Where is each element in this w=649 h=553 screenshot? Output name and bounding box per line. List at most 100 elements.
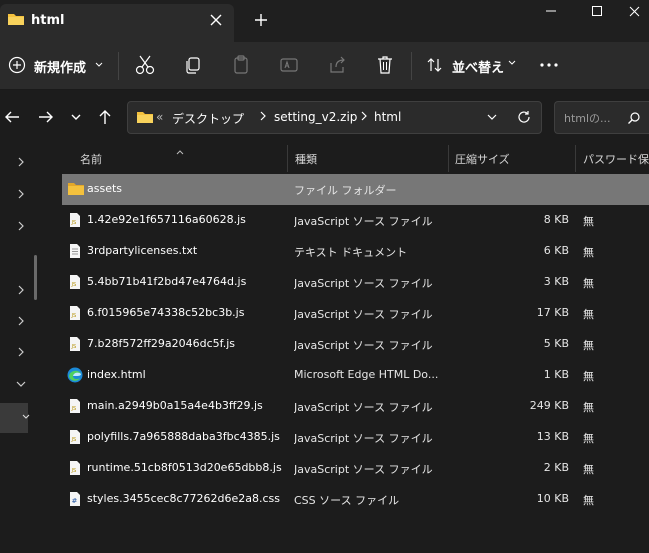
forward-icon[interactable] <box>34 106 56 128</box>
back-icon[interactable] <box>2 106 24 128</box>
file-size: 1 KB <box>543 368 569 381</box>
breadcrumb-chevron-icon[interactable] <box>258 110 268 125</box>
column-divider[interactable] <box>575 145 576 172</box>
toolbar-divider <box>118 52 119 80</box>
file-password: 無 <box>583 432 594 445</box>
file-type: Microsoft Edge HTML Do... <box>294 368 439 381</box>
nav-item-selected[interactable] <box>0 403 30 433</box>
nav-scrollbar[interactable] <box>34 255 37 300</box>
search-input[interactable]: htmlの... <box>554 101 649 134</box>
file-password: 無 <box>583 494 594 507</box>
address-bar[interactable]: « デスクトップ setting_v2.zip html <box>127 101 542 134</box>
file-name: styles.3455cec8c77262d6e2a8.css <box>87 492 280 505</box>
file-row[interactable]: JS runtime.51cb8f0513d20e65dbb8.js JavaS… <box>62 453 649 484</box>
file-name: main.a2949b0a15a4e4b3ff29.js <box>87 399 263 412</box>
file-row[interactable]: index.html Microsoft Edge HTML Do... 1 K… <box>62 360 649 391</box>
refresh-icon[interactable] <box>516 109 532 125</box>
sort-ascending-icon <box>175 145 185 159</box>
new-tab-icon[interactable] <box>252 11 270 29</box>
svg-text:JS: JS <box>71 282 77 288</box>
folder-icon <box>67 181 84 197</box>
svg-text:#: # <box>72 497 78 505</box>
column-size[interactable]: 圧縮サイズ <box>455 151 510 167</box>
file-name: runtime.51cb8f0513d20e65dbb8.js <box>87 461 282 474</box>
breadcrumb-item[interactable]: デスクトップ <box>172 110 244 127</box>
file-row[interactable]: JS 5.4bb71b41f2bd47e4764d.js JavaScript … <box>62 267 649 298</box>
tab-html[interactable]: html <box>0 4 234 42</box>
file-name: assets <box>87 182 123 195</box>
file-size: 17 KB <box>536 306 569 319</box>
file-row[interactable]: JS main.a2949b0a15a4e4b3ff29.js JavaScri… <box>62 391 649 422</box>
recent-locations-icon[interactable] <box>65 106 87 128</box>
file-row[interactable]: JS 7.b28f572ff29a2046dc5f.js JavaScript … <box>62 329 649 360</box>
file-password: 無 <box>583 401 594 414</box>
file-row[interactable]: JS polyfills.7a965888daba3fbc4385.js Jav… <box>62 422 649 453</box>
breadcrumb-overflow[interactable]: « <box>156 110 163 124</box>
file-type: CSS ソース ファイル <box>294 494 400 507</box>
breadcrumb-item[interactable]: html <box>374 110 401 124</box>
text-file-icon <box>67 243 83 259</box>
rename-icon[interactable] <box>275 52 303 78</box>
file-type: JavaScript ソース ファイル <box>294 339 433 352</box>
paste-icon[interactable] <box>227 52 255 78</box>
address-row: « デスクトップ setting_v2.zip html htmlの... <box>0 90 649 145</box>
breadcrumb-chevron-icon[interactable] <box>359 110 369 125</box>
close-tab-icon[interactable] <box>206 10 226 30</box>
up-icon[interactable] <box>94 106 116 128</box>
title-bar: html <box>0 0 649 42</box>
navigation-pane <box>0 145 40 553</box>
file-type: ファイル フォルダー <box>294 184 397 197</box>
plus-circle-icon <box>8 56 26 77</box>
file-password: 無 <box>583 370 594 383</box>
column-password[interactable]: パスワード保... <box>583 151 649 167</box>
svg-text:JS: JS <box>71 406 77 412</box>
file-password: 無 <box>583 277 594 290</box>
breadcrumb-item[interactable]: setting_v2.zip <box>274 110 357 124</box>
file-type: JavaScript ソース ファイル <box>294 215 433 228</box>
folder-icon <box>136 109 154 128</box>
file-row[interactable]: # styles.3455cec8c77262d6e2a8.css CSS ソー… <box>62 484 649 515</box>
column-name[interactable]: 名前 <box>80 151 102 167</box>
chevron-down-icon[interactable] <box>485 110 499 124</box>
collapse-chevron-icon <box>22 411 30 426</box>
sort-button[interactable]: 並べ替え <box>426 51 518 79</box>
expand-chevron-icon[interactable] <box>14 187 28 201</box>
file-type: JavaScript ソース ファイル <box>294 432 433 445</box>
file-name: 3rdpartylicenses.txt <box>87 244 198 257</box>
file-password: 無 <box>583 308 594 321</box>
file-password: 無 <box>583 339 594 352</box>
js-file-icon: JS <box>67 460 83 476</box>
file-size: 249 KB <box>529 399 569 412</box>
svg-text:JS: JS <box>71 313 77 319</box>
expand-chevron-icon[interactable] <box>14 345 28 359</box>
delete-icon[interactable] <box>371 52 399 78</box>
file-type: JavaScript ソース ファイル <box>294 277 433 290</box>
js-file-icon: JS <box>67 336 83 352</box>
file-row-assets[interactable]: assets ファイル フォルダー <box>62 174 649 205</box>
share-icon[interactable] <box>323 52 351 78</box>
column-divider[interactable] <box>287 145 288 172</box>
file-row[interactable]: 3rdpartylicenses.txt テキスト ドキュメント 6 KB 無 <box>62 236 649 267</box>
column-divider[interactable] <box>448 145 449 172</box>
file-name: index.html <box>87 368 146 381</box>
file-name: polyfills.7a965888daba3fbc4385.js <box>87 430 280 443</box>
expand-chevron-icon[interactable] <box>14 283 28 297</box>
copy-icon[interactable] <box>179 52 207 78</box>
file-name: 7.b28f572ff29a2046dc5f.js <box>87 337 236 350</box>
maximize-icon[interactable] <box>574 0 620 32</box>
collapse-chevron-icon[interactable] <box>14 377 28 391</box>
file-row[interactable]: JS 6.f015965e74338c52bc3b.js JavaScript … <box>62 298 649 329</box>
cut-icon[interactable] <box>131 52 159 78</box>
minimize-icon[interactable] <box>528 0 574 32</box>
search-icon[interactable] <box>627 111 641 128</box>
expand-chevron-icon[interactable] <box>14 314 28 328</box>
file-row[interactable]: JS 1.42e92e1f657116a60628.js JavaScript … <box>62 205 649 236</box>
close-window-icon[interactable] <box>620 0 649 32</box>
file-password: 無 <box>583 463 594 476</box>
more-options-icon[interactable] <box>538 55 560 75</box>
command-bar: 新規作成 並べ替え <box>0 42 649 90</box>
new-button[interactable]: 新規作成 <box>8 51 108 79</box>
column-type[interactable]: 種類 <box>295 151 317 167</box>
expand-chevron-icon[interactable] <box>14 155 28 169</box>
expand-chevron-icon[interactable] <box>14 219 28 233</box>
